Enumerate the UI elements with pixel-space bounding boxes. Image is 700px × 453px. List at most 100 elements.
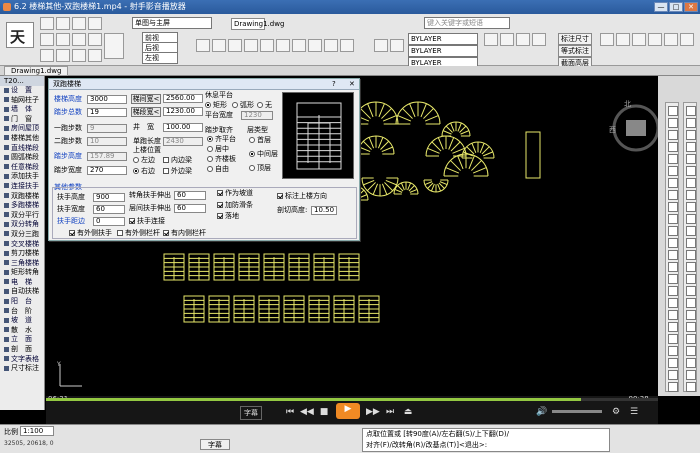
menu-item[interactable]: 立 面 <box>0 335 44 345</box>
settings-icon[interactable]: ⚙ <box>610 406 622 418</box>
arc-stair-symbol[interactable] <box>353 101 399 125</box>
arc-stair-symbol[interactable] <box>423 179 449 193</box>
step-width-input[interactable]: 270 <box>87 166 127 175</box>
stair-plan-symbol[interactable] <box>308 295 330 323</box>
search-input[interactable]: 键入关键字或短语 <box>424 17 510 29</box>
menu-item[interactable]: 多跑楼梯 <box>0 201 44 211</box>
tool-icon[interactable] <box>668 178 678 188</box>
tool-icon[interactable] <box>668 262 678 272</box>
floor-first-radio[interactable]: 首层 <box>249 136 271 145</box>
align-step-radio[interactable]: 齐楼板 <box>207 155 236 164</box>
view-left-combo[interactable]: 左视 <box>142 52 178 64</box>
tool-icon[interactable] <box>686 274 696 284</box>
stair-plan-symbol[interactable] <box>233 295 255 323</box>
minimize-button[interactable]: — <box>654 2 668 12</box>
menu-item[interactable]: 文字表格 <box>0 355 44 365</box>
orbit-icon[interactable] <box>228 39 242 52</box>
tool-icon[interactable] <box>686 370 696 380</box>
menu-item[interactable]: 楼梯其他 <box>0 134 44 144</box>
pos-left-radio[interactable]: 左边 <box>133 156 155 165</box>
second-run-input[interactable]: 10 <box>87 137 127 146</box>
tool-icon[interactable] <box>686 358 696 368</box>
menu-item[interactable]: 任意梯段 <box>0 163 44 173</box>
tools-icon[interactable] <box>648 33 662 46</box>
menu-item[interactable]: 剖 面 <box>0 345 44 355</box>
playlist-icon[interactable]: ☰ <box>628 406 640 418</box>
arc-stair-symbol[interactable] <box>357 135 395 155</box>
rail-height-input[interactable]: 900 <box>93 193 125 202</box>
menu-item[interactable]: 设 置 <box>0 86 44 96</box>
arc-stair-symbol[interactable] <box>361 177 399 197</box>
tool-icon[interactable] <box>668 214 678 224</box>
tool-icon[interactable] <box>668 190 678 200</box>
tool-icon[interactable] <box>668 322 678 332</box>
help-icon[interactable] <box>680 33 694 46</box>
tool-icon[interactable] <box>668 286 678 296</box>
options-icon[interactable] <box>664 33 678 46</box>
menu-item[interactable]: 阳 台 <box>0 297 44 307</box>
command-line[interactable]: 点取位置或 [转90度(A)/左右翻(S)/上下翻(D)/ 对齐(F)/改转角(… <box>362 428 610 452</box>
inner-post-checkbox[interactable]: 有内侧栏杆 <box>163 229 206 238</box>
tool-icon[interactable] <box>668 130 678 140</box>
help-icon[interactable]: ? <box>332 80 336 88</box>
print-icon[interactable] <box>88 17 102 30</box>
rest-arc-radio[interactable]: 弧形 <box>232 101 254 110</box>
tool-icon[interactable] <box>686 238 696 248</box>
stairwell-width-input[interactable]: 2560.00 <box>163 94 203 103</box>
stair-plan-symbol[interactable] <box>358 295 380 323</box>
new-icon[interactable] <box>40 17 54 30</box>
menu-item[interactable]: 双分转角 <box>0 220 44 230</box>
tool-icon[interactable] <box>668 250 678 260</box>
rail-gap-input[interactable]: 0 <box>93 217 125 226</box>
menu-item[interactable]: 墙 体 <box>0 105 44 115</box>
menu-item[interactable]: 双分平行 <box>0 211 44 221</box>
tool-icon[interactable] <box>686 118 696 128</box>
arc-stair-symbol[interactable] <box>461 141 495 159</box>
tool-icon[interactable] <box>686 142 696 152</box>
stair-plan-symbol[interactable] <box>283 295 305 323</box>
stop-icon[interactable]: ■ <box>318 406 330 418</box>
stair-plan-symbol[interactable] <box>288 253 310 281</box>
text-style-icon[interactable] <box>532 33 546 46</box>
tool-icon[interactable] <box>668 238 678 248</box>
rewind-icon[interactable]: ◀◀ <box>300 406 314 418</box>
volume-icon[interactable]: 🔊 <box>536 406 548 418</box>
tool-icon[interactable] <box>668 370 678 380</box>
tool-icon[interactable] <box>686 178 696 188</box>
tool-icon[interactable] <box>668 298 678 308</box>
play-icon[interactable]: ▶ <box>336 403 360 419</box>
maximize-button[interactable]: □ <box>669 2 683 12</box>
inner-edge-checkbox[interactable]: 内边梁 <box>163 156 192 165</box>
subtitle-button[interactable]: 字幕 <box>240 406 262 420</box>
menu-item[interactable]: 交叉楼梯 <box>0 240 44 250</box>
tool-icon[interactable] <box>686 382 696 392</box>
tool-icon[interactable] <box>686 190 696 200</box>
menu-item[interactable]: 双分三跑 <box>0 230 44 240</box>
view-mode-combo[interactable]: 单图与主屏 <box>132 17 212 29</box>
menu-item[interactable]: 房间屋顶 <box>0 124 44 134</box>
tool-icon[interactable] <box>668 274 678 284</box>
tool-icon[interactable] <box>686 154 696 164</box>
zoom-icon[interactable] <box>40 49 54 62</box>
tool-icon[interactable] <box>686 106 696 116</box>
tool-icon[interactable] <box>668 358 678 368</box>
stair-plan-symbol[interactable] <box>163 253 185 281</box>
floor-top-radio[interactable]: 顶层 <box>249 164 271 173</box>
step-count-input[interactable]: 19 <box>87 108 127 117</box>
well-width-input[interactable]: 100.00 <box>163 123 203 132</box>
tool-icon[interactable] <box>686 310 696 320</box>
floor-ext-input[interactable]: 60 <box>174 204 206 213</box>
menu-item[interactable]: 轴网柱子 <box>0 96 44 106</box>
tool-icon[interactable] <box>668 166 678 176</box>
floor-middle-radio[interactable]: 中间层 <box>249 150 278 159</box>
render-icon[interactable] <box>196 39 210 52</box>
segment-width-input[interactable]: 1230.00 <box>163 107 203 116</box>
light-icon[interactable] <box>260 39 274 52</box>
step-height-input[interactable]: 157.89 <box>87 152 127 161</box>
color-combo[interactable]: BYLAYER <box>408 33 478 45</box>
outer-post-checkbox[interactable]: 有外侧栏杆 <box>117 229 160 238</box>
table-icon[interactable] <box>500 33 514 46</box>
align-free-radio[interactable]: 自由 <box>207 165 229 174</box>
menu-item[interactable]: 添加扶手 <box>0 172 44 182</box>
arc-stair-symbol[interactable] <box>425 135 467 157</box>
